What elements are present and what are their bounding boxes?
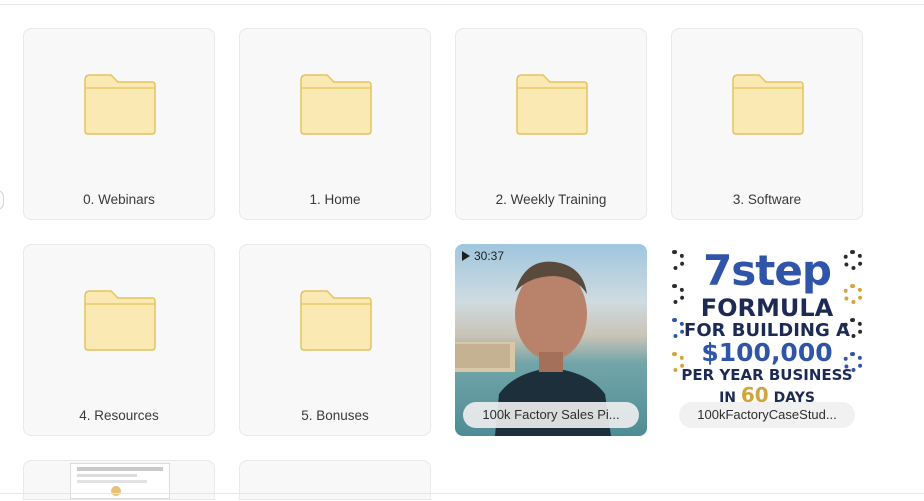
promo-formula: FORMULA (700, 294, 834, 322)
image-tile[interactable]: 7step FORMULA FOR BUILDING A $100,000 PE… (671, 244, 863, 436)
folder-icon (84, 290, 156, 351)
video-tile[interactable]: 30:37 100k Factory Sales Pi... (455, 244, 647, 436)
folder-tile-weekly-training[interactable]: 2. Weekly Training (455, 28, 647, 220)
folder-tile-partial[interactable] (239, 460, 431, 500)
bottom-divider (0, 493, 924, 494)
folder-name: 1. Home (309, 192, 361, 207)
folder-name: 5. Bonuses (301, 408, 369, 423)
folder-icon (732, 74, 804, 135)
folder-tile-home[interactable]: 1. Home (239, 28, 431, 220)
folder-name: 0. Webinars (83, 192, 155, 207)
folder-icon (516, 74, 588, 135)
video-duration-text: 30:37 (474, 249, 505, 263)
folder-tile-software[interactable]: 3. Software (671, 28, 863, 220)
document-tile-partial[interactable] (23, 460, 215, 500)
promo-amount: $100,000 (701, 338, 833, 367)
promo-business: PER YEAR BUSINESS (681, 366, 853, 384)
file-name-pill: 100kFactoryCaseStud... (679, 402, 855, 428)
side-scroll-handle[interactable] (0, 190, 4, 210)
play-icon (462, 251, 470, 261)
folder-tile-resources[interactable]: 4. Resources (23, 244, 215, 436)
folder-icon (84, 74, 156, 135)
folder-name: 3. Software (732, 192, 802, 207)
folder-tile-bonuses[interactable]: 5. Bonuses (239, 244, 431, 436)
folder-name: 2. Weekly Training (495, 192, 607, 207)
folder-tile-webinars[interactable]: 0. Webinars (23, 28, 215, 220)
file-name-pill: 100k Factory Sales Pi... (463, 402, 639, 428)
top-divider (0, 4, 924, 5)
promo-headline: 7step (703, 246, 832, 295)
folder-icon (300, 74, 372, 135)
folder-name: 4. Resources (79, 408, 159, 423)
folder-icon (300, 290, 372, 351)
video-duration: 30:37 (462, 249, 504, 263)
